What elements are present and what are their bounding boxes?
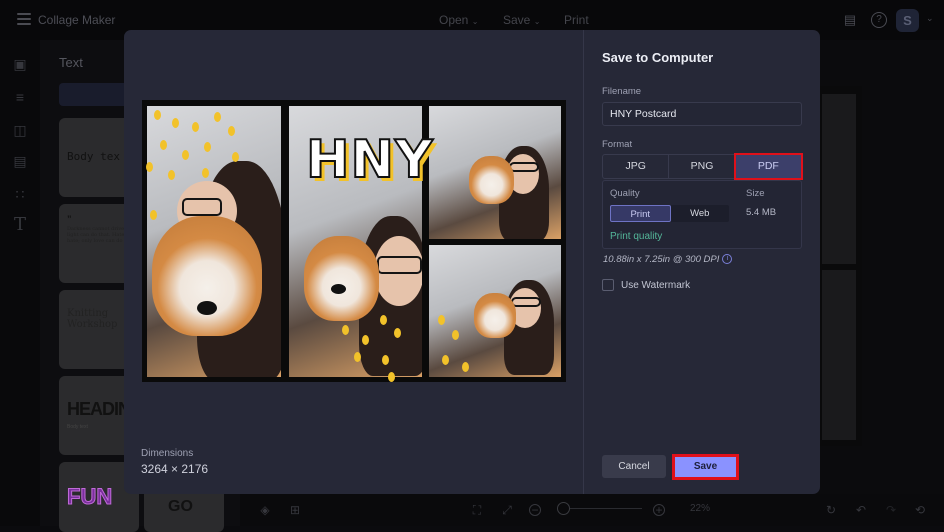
card-subtext: Body text [67,424,88,430]
dimensions-label: Dimensions [141,448,194,459]
card-text: Body tex [67,150,120,163]
menu-print[interactable]: Print [564,13,589,27]
grid-icon[interactable]: ⊞ [287,502,303,518]
quality-selector: Print Web [610,205,729,222]
collage-photo [429,106,561,239]
card-text: GO [168,498,193,515]
menu-open-label: Open [439,13,469,27]
avatar[interactable]: S [896,9,919,32]
save-button[interactable]: Save [672,454,739,480]
format-label: Format [602,139,633,150]
tool-rail: ▣ ≡ ◫ ▤ ∷ T [0,40,40,526]
zoom-in-icon[interactable]: + [653,504,665,516]
zoom-slider-track[interactable] [560,508,642,509]
history-icon[interactable]: ⟲ [912,502,928,518]
hamburger-menu-icon[interactable] [17,13,31,25]
chevron-down-icon[interactable]: ⌄ [926,13,934,24]
zoom-level: 22% [690,503,711,514]
undo-icon[interactable]: ↶ [853,502,869,518]
quote-icon: ” [67,214,72,224]
dimensions-value: 3264 × 2176 [141,462,209,476]
format-option-jpg[interactable]: JPG [603,155,670,178]
grid-layout-icon[interactable]: ◫ [12,122,28,138]
refresh-icon[interactable]: ↻ [823,502,839,518]
save-dialog: HNY Dimensions 3264 × 2176 Save to Compu… [124,30,820,494]
preview-title-text: HNY [305,129,434,191]
dialog-title: Save to Computer [602,50,714,65]
quality-panel: Quality Print Web Print quality Size 5.4… [602,180,802,249]
redo-icon[interactable]: ↷ [883,502,899,518]
help-icon[interactable]: ? [871,12,887,28]
sliders-icon[interactable]: ≡ [12,89,28,105]
menu-save[interactable]: Save ⌄ [503,13,540,27]
table-icon[interactable]: ▤ [12,153,28,169]
print-dimensions-text: 10.88in x 7.25in @ 300 DPI [603,254,720,265]
apps-icon[interactable]: ∷ [12,186,28,202]
menu-open[interactable]: Open ⌄ [439,13,478,27]
watermark-checkbox[interactable] [602,279,614,291]
layout-icon[interactable]: ▣ [12,56,28,72]
print-dimensions: 10.88in x 7.25in @ 300 DPI i [603,254,733,265]
canvas-collage-edge [820,86,862,446]
size-value: 5.4 MB [746,207,777,218]
fit-screen-icon[interactable]: ⛶ [469,502,485,518]
card-text: FUN [66,484,113,510]
layers-icon[interactable]: ◈ [257,502,273,518]
format-selector: JPG PNG PDF [602,153,803,180]
info-icon[interactable]: i [722,254,733,265]
chevron-down-icon: ⌄ [533,17,541,26]
collage-preview: HNY [142,100,566,382]
feedback-icon[interactable]: ▤ [842,12,858,28]
chevron-down-icon: ⌄ [471,17,479,26]
cancel-button[interactable]: Cancel [602,455,666,478]
quality-note: Print quality [610,231,663,242]
watermark-option[interactable]: Use Watermark [602,279,690,291]
zoom-out-icon[interactable]: − [529,504,541,516]
panel-title: Text [59,55,83,70]
quality-label: Quality [610,188,640,199]
size-label: Size [746,188,765,199]
filename-label: Filename [602,86,642,97]
collage-photo [429,245,561,377]
watermark-label: Use Watermark [621,279,691,291]
zoom-slider-handle[interactable] [557,502,570,515]
app-title: Collage Maker [38,13,116,27]
quality-option-print[interactable]: Print [610,205,671,222]
text-icon[interactable]: T [12,216,28,234]
shrink-icon[interactable]: ⤢ [499,502,515,518]
preview-pane: HNY Dimensions 3264 × 2176 [124,30,584,494]
quality-option-web[interactable]: Web [671,205,730,222]
format-option-png[interactable]: PNG [669,155,736,178]
save-options-pane: Save to Computer Filename Format JPG PNG… [585,30,820,494]
bottom-toolbar: ◈ ⊞ ⛶ ⤢ − + ↻ ↶ ↷ ⟲ [240,494,944,526]
collage-photo [147,106,281,377]
format-option-pdf[interactable]: PDF [733,153,803,180]
menu-save-label: Save [503,13,531,27]
filename-input[interactable] [602,102,802,126]
